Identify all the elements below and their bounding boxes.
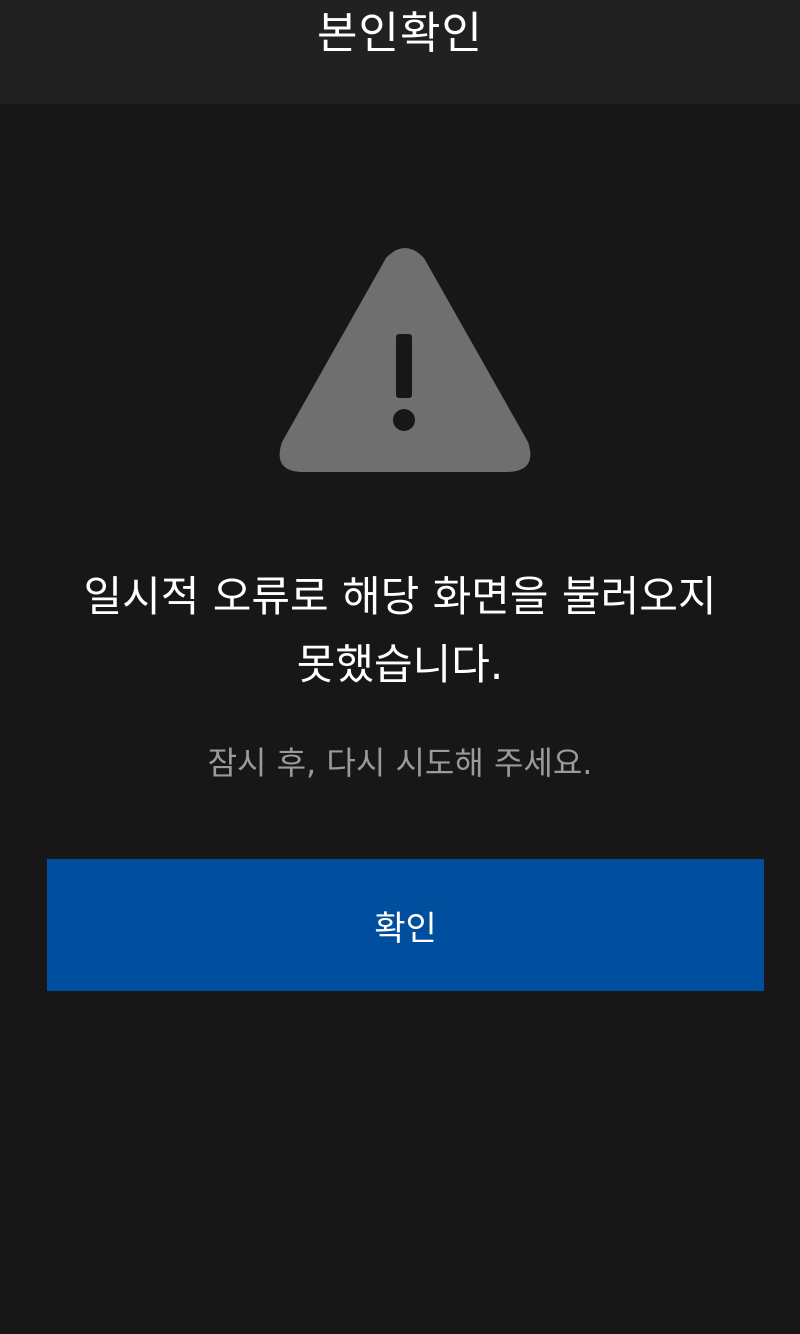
page-title: 본인확인 xyxy=(317,8,483,59)
retry-hint: 잠시 후, 다시 시도해 주세요. xyxy=(207,744,593,782)
header-bar: 본인확인 xyxy=(0,0,800,104)
warning-triangle-icon xyxy=(279,248,531,472)
confirm-button[interactable]: 확인 xyxy=(47,859,764,991)
confirm-button-label: 확인 xyxy=(374,908,437,949)
error-message: 일시적 오류로 해당 화면을 불러오지 못했습니다. xyxy=(83,572,717,689)
